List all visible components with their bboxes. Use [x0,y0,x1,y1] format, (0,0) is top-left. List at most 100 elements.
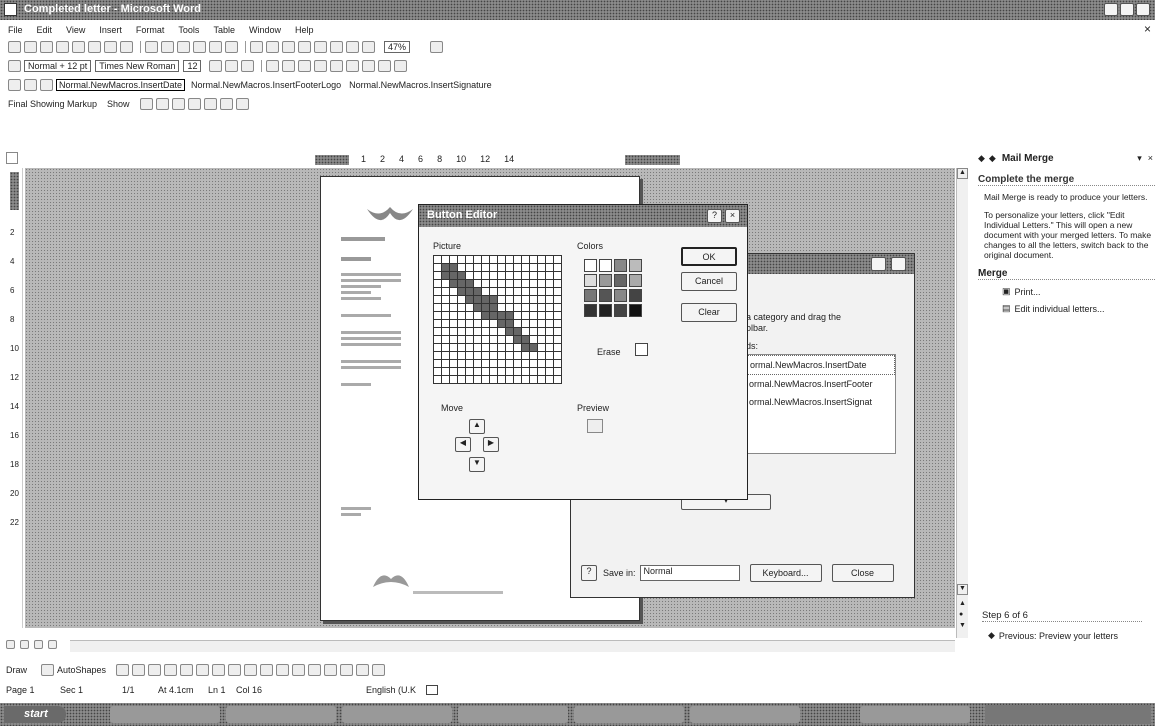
wordart-icon[interactable] [196,664,210,676]
grid-cell[interactable] [466,344,473,351]
task-pane-close-icon[interactable]: × [1148,153,1153,163]
grid-cell[interactable] [498,264,505,271]
style-select[interactable]: Normal + 12 pt [24,60,92,72]
grid-cell[interactable] [490,256,497,263]
command-item[interactable]: ormal.NewMacros.InsertFooter [747,375,895,393]
menu-tools[interactable]: Tools [178,25,199,35]
track-changes-icon[interactable] [219,98,233,110]
color-swatch[interactable] [584,289,597,302]
web-view-icon[interactable] [20,640,29,649]
grid-cell[interactable] [546,304,553,311]
grid-cell[interactable] [490,312,497,319]
grid-cell[interactable] [474,264,481,271]
grid-cell[interactable] [546,272,553,279]
grid-cell[interactable] [434,256,441,263]
3d-icon[interactable] [372,664,386,676]
grid-cell[interactable] [538,328,545,335]
grid-cell[interactable] [466,296,473,303]
grid-cell[interactable] [482,304,489,311]
tables-borders-icon[interactable] [266,41,279,53]
grid-cell[interactable] [514,368,521,375]
macro-insert-signature-button[interactable]: Normal.NewMacros.InsertSignature [349,80,492,90]
grid-cell[interactable] [482,376,489,383]
grid-cell[interactable] [434,344,441,351]
grid-cell[interactable] [514,272,521,279]
grid-cell[interactable] [498,336,505,343]
oval-icon[interactable] [164,664,178,676]
menu-view[interactable]: View [66,25,85,35]
grid-cell[interactable] [442,296,449,303]
grid-cell[interactable] [554,320,561,327]
grid-cell[interactable] [554,352,561,359]
format-painter-icon[interactable] [193,41,206,53]
show-menu[interactable]: Show [107,99,130,109]
select-browse-object-button[interactable]: ● [959,611,963,618]
grid-cell[interactable] [506,256,513,263]
taskbar-item[interactable] [226,706,336,723]
color-swatch[interactable] [614,289,627,302]
grid-cell[interactable] [474,360,481,367]
grid-cell[interactable] [434,328,441,335]
grid-cell[interactable] [434,360,441,367]
shadow-icon[interactable] [356,664,370,676]
grid-cell[interactable] [442,344,449,351]
grid-cell[interactable] [450,312,457,319]
grid-cell[interactable] [490,376,497,383]
cancel-button[interactable]: Cancel [681,272,737,291]
grid-cell[interactable] [554,328,561,335]
font-size-select[interactable]: 12 [183,60,202,72]
clear-button[interactable]: Clear [681,303,737,322]
grid-cell[interactable] [522,320,529,327]
grid-cell[interactable] [530,256,537,263]
fill-color-icon[interactable] [260,664,274,676]
styles-formatting-icon[interactable] [8,60,21,72]
grid-cell[interactable] [466,376,473,383]
grid-cell[interactable] [554,376,561,383]
taskbar-item[interactable] [110,706,220,723]
grid-cell[interactable] [538,256,545,263]
text-box-icon[interactable] [180,664,194,676]
grid-cell[interactable] [546,336,553,343]
grid-cell[interactable] [498,376,505,383]
grid-cell[interactable] [530,336,537,343]
grid-cell[interactable] [522,304,529,311]
menu-table[interactable]: Table [213,25,235,35]
underline-icon[interactable] [241,60,255,72]
button-editor-help-button[interactable]: ? [707,209,722,223]
menu-format[interactable]: Format [136,25,165,35]
customize-close-button[interactable] [891,257,906,271]
grid-cell[interactable] [514,264,521,271]
grid-cell[interactable] [522,360,529,367]
grid-cell[interactable] [434,296,441,303]
picture-grid[interactable] [433,255,562,384]
grid-cell[interactable] [514,288,521,295]
grid-cell[interactable] [490,264,497,271]
permission-icon[interactable] [56,41,69,53]
grid-cell[interactable] [514,336,521,343]
font-color-icon[interactable] [24,79,37,91]
grid-cell[interactable] [442,272,449,279]
cut-icon[interactable] [145,41,158,53]
toolbar-options-icon[interactable] [8,79,21,91]
grid-cell[interactable] [434,264,441,271]
grid-cell[interactable] [450,368,457,375]
grid-cell[interactable] [466,336,473,343]
grid-cell[interactable] [506,272,513,279]
color-swatch[interactable] [599,289,612,302]
grid-cell[interactable] [442,336,449,343]
next-change-icon[interactable] [155,98,169,110]
accept-change-icon[interactable] [171,98,185,110]
copy-icon[interactable] [161,41,174,53]
grid-cell[interactable] [546,344,553,351]
grid-cell[interactable] [522,264,529,271]
grid-cell[interactable] [490,368,497,375]
previous-change-icon[interactable] [139,98,153,110]
grid-cell[interactable] [442,352,449,359]
grid-cell[interactable] [450,344,457,351]
grid-cell[interactable] [530,376,537,383]
grid-cell[interactable] [490,320,497,327]
grid-cell[interactable] [474,336,481,343]
grid-cell[interactable] [450,304,457,311]
grid-cell[interactable] [538,280,545,287]
grid-cell[interactable] [522,256,529,263]
